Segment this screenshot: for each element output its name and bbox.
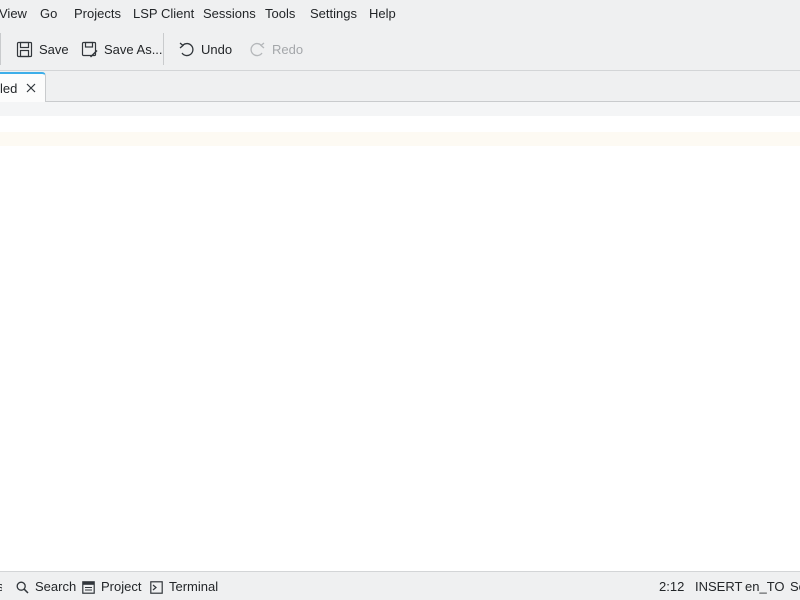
search-label: Search	[35, 579, 77, 594]
input-mode[interactable]: INSERT	[695, 579, 742, 595]
redo-icon	[248, 40, 266, 58]
status-bar: s Search Project Terminal 2:1	[0, 571, 800, 600]
menu-help[interactable]: Help	[369, 6, 396, 22]
spellcheck-language[interactable]: en_TO	[745, 579, 785, 595]
search-panel-button[interactable]: Search	[15, 579, 76, 595]
close-icon[interactable]	[24, 81, 38, 95]
text-editor[interactable]	[0, 102, 800, 571]
save-label: Save	[39, 41, 69, 57]
toolbar-separator	[0, 33, 1, 65]
project-label: Project	[101, 579, 142, 594]
document-tab[interactable]: led	[0, 72, 46, 102]
menu-lsp-client[interactable]: LSP Client	[133, 6, 194, 22]
redo-button[interactable]: Redo	[248, 39, 303, 59]
terminal-label: Terminal	[169, 579, 219, 594]
cursor-position[interactable]: 2:12	[659, 579, 684, 595]
menu-bar: View Go Projects LSP Client Sessions Too…	[0, 0, 800, 28]
undo-button[interactable]: Undo	[177, 39, 232, 59]
truncated-status-item[interactable]: Sc	[790, 579, 800, 595]
menu-projects[interactable]: Projects	[74, 6, 121, 22]
main-toolbar: Save Save As... Undo Redo	[0, 28, 800, 71]
undo-label: Undo	[201, 41, 233, 57]
menu-tools[interactable]: Tools	[265, 6, 295, 22]
undo-icon	[177, 40, 195, 58]
menu-go[interactable]: Go	[40, 6, 57, 22]
save-icon	[15, 40, 33, 58]
menu-view[interactable]: View	[0, 6, 27, 22]
menu-sessions[interactable]: Sessions	[203, 6, 256, 22]
redo-label: Redo	[272, 41, 304, 57]
document-tab-bar: led	[0, 72, 800, 102]
save-button[interactable]: Save	[15, 39, 69, 59]
document-tab-label: led	[0, 81, 18, 96]
save-as-button[interactable]: Save As...	[80, 39, 163, 59]
project-icon	[81, 580, 95, 594]
menu-settings[interactable]: Settings	[310, 6, 357, 22]
save-as-label: Save As...	[104, 41, 163, 57]
toolbar-separator	[163, 33, 164, 65]
truncated-status-item: s	[0, 579, 2, 595]
search-icon	[15, 580, 29, 594]
terminal-panel-button[interactable]: Terminal	[149, 579, 218, 595]
current-line-highlight	[0, 132, 800, 146]
save-as-icon	[80, 40, 98, 58]
terminal-icon	[149, 580, 163, 594]
project-panel-button[interactable]: Project	[81, 579, 141, 595]
editor-top-margin	[0, 102, 800, 116]
